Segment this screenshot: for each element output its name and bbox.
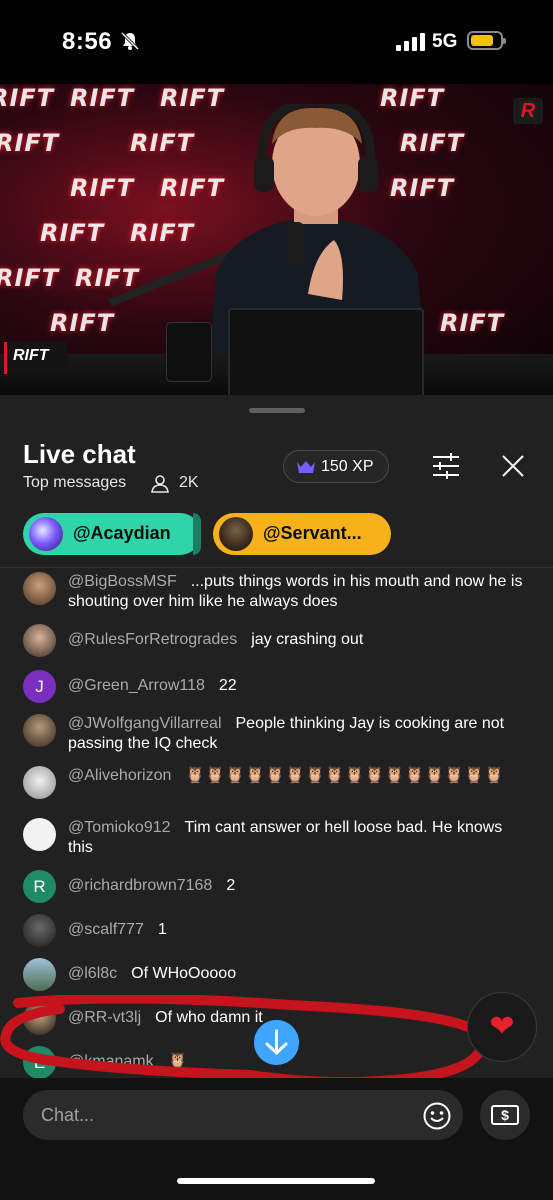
backdrop-logo: RIFT (75, 264, 140, 292)
svg-text:$: $ (501, 1107, 509, 1123)
chat-input[interactable]: Chat... (23, 1090, 463, 1140)
xp-button[interactable]: 150 XP (283, 450, 389, 483)
chat-message-list[interactable]: @BigBossMSF ...puts things words in his m… (0, 567, 553, 1078)
chat-input-bar: Chat... $ (0, 1078, 553, 1200)
mug (166, 322, 212, 382)
message-author[interactable]: @Green_Arrow118 (68, 677, 205, 694)
show-logo: RIFT (4, 342, 67, 374)
message-author[interactable]: @Tomioko912 (68, 819, 171, 836)
chat-message[interactable]: @RulesForRetrogrades jay crashing out (23, 624, 523, 657)
message-author[interactable]: @l6l8c (68, 965, 117, 982)
message-text: jay crashing out (251, 631, 364, 648)
pinned-member-chip[interactable]: @Servant... (213, 513, 391, 555)
backdrop-logo: RIFT (0, 264, 60, 292)
chat-message[interactable]: J @Green_Arrow118 22 (23, 670, 523, 703)
message-text: 🦉 (167, 1053, 188, 1070)
person-icon (151, 475, 169, 493)
network-type: 5G (432, 31, 458, 52)
laptop (228, 308, 424, 395)
battery-icon (467, 31, 506, 50)
chat-input-placeholder: Chat... (41, 1105, 95, 1125)
message-text: 1 (157, 921, 167, 938)
chat-mode-selector[interactable]: Top messages (23, 474, 126, 492)
message-text: Of who damn it (155, 1009, 263, 1026)
video-player[interactable]: RIFT RIFT RIFT RIFT RIFT RIFT RIFT RIFT … (0, 84, 553, 395)
viewer-count: 2K (179, 474, 199, 491)
pinned-member-name: @Servant... (263, 523, 362, 543)
backdrop-logo: RIFT (70, 174, 135, 202)
message-text: Of WHoOoooo (131, 965, 237, 982)
backdrop-logo: RIFT (0, 84, 55, 112)
chat-message[interactable]: @BigBossMSF ...puts things words in his m… (23, 572, 523, 612)
message-text: 🦉🦉🦉🦉🦉🦉🦉🦉🦉🦉🦉🦉🦉🦉🦉🦉 (185, 767, 505, 784)
dollar-bill-icon: $ (491, 1105, 519, 1125)
backdrop-logo: RIFT (0, 129, 60, 157)
avatar (23, 572, 56, 605)
xp-label: 150 XP (321, 458, 374, 475)
avatar (23, 766, 56, 799)
chat-message[interactable]: R @richardbrown7168 2 (23, 870, 523, 903)
message-author[interactable]: @Alivehorizon (68, 767, 171, 784)
backdrop-logo: RIFT (40, 219, 105, 247)
avatar: J (23, 670, 56, 703)
avatar (23, 714, 56, 747)
show-logo-text: RIFT (13, 347, 49, 364)
avatar (23, 958, 56, 991)
heart-reaction-button[interactable]: ❤ (467, 992, 537, 1062)
close-icon[interactable] (501, 454, 525, 478)
message-author[interactable]: @BigBossMSF (68, 573, 177, 590)
message-author[interactable]: @richardbrown7168 (68, 877, 212, 894)
avatar (23, 1002, 56, 1035)
avatar: R (23, 870, 56, 903)
emoji-icon[interactable] (423, 1102, 451, 1130)
chat-message[interactable]: @Tomioko912 Tim cant answer or hell loose… (23, 818, 523, 858)
backdrop-logo: RIFT (50, 309, 115, 337)
message-author[interactable]: @JWolfgangVillarreal (68, 715, 222, 732)
message-text: 22 (218, 677, 237, 694)
channel-watermark: R (513, 98, 543, 124)
avatar (29, 517, 63, 551)
super-chat-button[interactable]: $ (480, 1090, 530, 1140)
live-chat-panel: Live chat Top messages 2K 150 XP @Acaydi… (0, 395, 553, 1200)
backdrop-logo: RIFT (70, 84, 135, 112)
bell-muted-icon (120, 31, 140, 51)
backdrop-logo: RIFT (130, 219, 195, 247)
drag-handle[interactable] (249, 408, 305, 413)
crown-icon (297, 461, 315, 473)
signal-icon (396, 33, 425, 51)
chat-title: Live chat (23, 439, 136, 469)
chat-message[interactable]: @scalf777 1 (23, 914, 523, 947)
backdrop-logo: RIFT (440, 309, 505, 337)
status-bar: 8:56 5G (0, 0, 553, 84)
avatar (23, 624, 56, 657)
sliders-icon[interactable] (431, 453, 461, 479)
avatar: E (23, 1046, 56, 1078)
backdrop-logo: RIFT (130, 129, 195, 157)
message-text: 2 (226, 877, 236, 894)
avatar (23, 818, 56, 851)
message-author[interactable]: @scalf777 (68, 921, 144, 938)
avatar (219, 517, 253, 551)
chat-message[interactable]: @Alivehorizon 🦉🦉🦉🦉🦉🦉🦉🦉🦉🦉🦉🦉🦉🦉🦉🦉 (23, 766, 523, 799)
pinned-member-chip[interactable]: @Acaydian (23, 513, 201, 555)
chat-message[interactable]: @JWolfgangVillarreal People thinking Jay … (23, 714, 523, 754)
message-author[interactable]: @RR-vt3lj (68, 1009, 141, 1026)
message-author[interactable]: @RulesForRetrogrades (68, 631, 237, 648)
scroll-down-icon[interactable] (254, 1020, 299, 1065)
message-author[interactable]: @kmanamk (68, 1053, 154, 1070)
home-indicator (177, 1178, 375, 1184)
avatar (23, 914, 56, 947)
pinned-member-name: @Acaydian (73, 523, 171, 543)
status-time: 8:56 (62, 28, 113, 55)
chat-message[interactable]: @l6l8c Of WHoOoooo (23, 958, 523, 991)
